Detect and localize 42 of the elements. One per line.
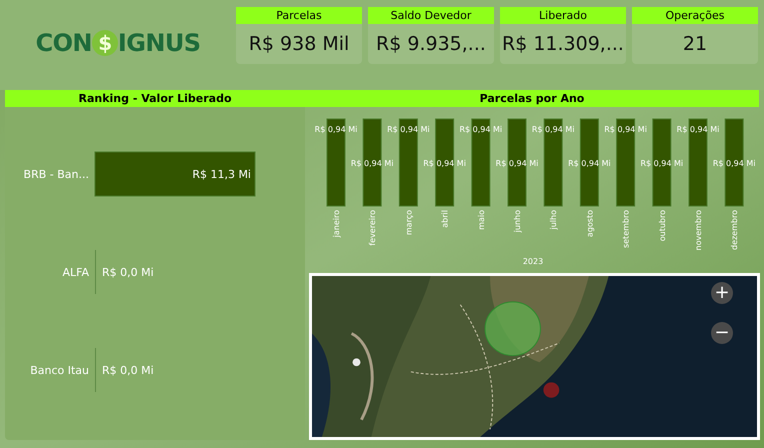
kpi-label: Saldo Devedor [368,7,494,24]
value-label: R$ 0,94 Mi [604,125,647,134]
axis-title: 2023 [522,257,544,266]
axis-label: abril [440,210,450,228]
kpi-label: Operações [632,7,758,24]
axis-label: ALFA [62,266,89,279]
kpi-label: Liberado [500,7,626,24]
axis-label: BRB - Ban... [24,168,89,181]
value-label: R$ 11,3 Mi [192,168,251,181]
axis-label: outubro [658,210,667,242]
axis-label: setembro [622,210,631,248]
value-label: R$ 0,94 Mi [496,159,538,168]
value-label: R$ 0,94 Mi [568,159,611,168]
value-label: R$ 0,94 Mi [532,125,575,134]
axis-label: fevereiro [368,210,378,246]
value-label: R$ 0,94 Mi [676,125,720,134]
axis-label: maio [476,210,486,230]
panel-title: Parcelas por Ano [480,92,584,105]
value-label: R$ 0,94 Mi [423,159,466,168]
kpi-value: R$ 11.309,... [501,32,625,57]
kpi-value: R$ 9.935,... [375,32,487,57]
axis-label: janeiro [332,210,341,238]
kpi-value: 21 [682,32,708,57]
axis-label: Banco Itau [30,364,89,377]
kpi-value: R$ 938 Mil [248,32,350,57]
value-label: R$ 0,94 Mi [387,125,430,134]
axis-label: março [404,210,414,236]
value-label: R$ 0,0 Mi [102,266,154,279]
value-label: R$ 0,0 Mi [102,364,154,377]
axis-label: agosto [585,210,594,238]
kpi-label: Parcelas [236,7,362,24]
axis-label: novembro [694,210,703,250]
value-label: R$ 0,94 Mi [350,159,394,168]
axis-label: julho [549,210,558,230]
value-label: R$ 0,94 Mi [640,159,684,168]
logo: CON $ IGNUS [34,28,202,58]
value-label: R$ 0,94 Mi [459,125,502,134]
value-label: R$ 0,94 Mi [712,159,756,168]
panel-title: Ranking - Valor Liberado [78,92,232,105]
value-label: R$ 0,94 Mi [314,125,358,134]
axis-label: junho [513,210,522,232]
axis-label: dezembro [730,210,740,250]
